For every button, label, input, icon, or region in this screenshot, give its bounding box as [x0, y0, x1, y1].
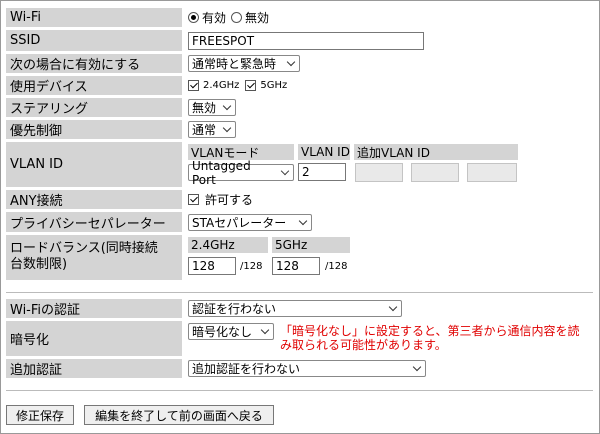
devices-label: 使用デバイス	[6, 76, 182, 95]
auth-select[interactable]: 認証を行わない	[188, 300, 402, 317]
any-allow-text: 許可する	[205, 193, 254, 207]
chevron-down-icon	[286, 57, 296, 67]
vlan-additional-header: 追加VLAN ID	[354, 144, 518, 160]
enable-when-label: 次の場合に有効にする	[6, 54, 182, 73]
loadbalance-24ghz-input[interactable]: 128	[188, 257, 236, 275]
loadbalance-label-line2: 台数制限)	[10, 257, 68, 272]
row-loadbalance: ロードバランス(同時接続 台数制限) 2.4GHz 5GHz 128 /128 …	[6, 235, 593, 280]
wifi-label: Wi-Fi	[6, 8, 182, 27]
row-priority: 優先制御 通常	[6, 120, 593, 139]
wifi-on-radio[interactable]	[188, 12, 199, 23]
chevron-down-icon	[222, 101, 232, 111]
row-enable-when: 次の場合に有効にする 通常時と緊急時	[6, 54, 593, 73]
any-allow-checkbox[interactable]	[188, 194, 199, 205]
vlan-additional-input-1[interactable]	[355, 163, 403, 182]
encryption-warning: 「暗号化なし」に設定すると、第三者から通信内容を読み取られる可能性があります。	[280, 324, 580, 352]
wifi-on-text: 有効	[202, 11, 227, 25]
any-label: ANY接続	[6, 190, 182, 209]
loadbalance-24ghz-max: /128	[240, 261, 263, 272]
privacy-value: STAセパレーター	[192, 215, 287, 230]
encryption-label: 暗号化	[6, 321, 182, 356]
loadbalance-5ghz-header: 5GHz	[272, 237, 350, 253]
row-steering: ステアリング 無効	[6, 98, 593, 117]
privacy-label: プライバシーセパレーター	[6, 212, 182, 232]
auth-label: Wi-Fiの認証	[6, 299, 182, 318]
device-5ghz-text: 5GHz	[260, 80, 288, 91]
row-encryption: 暗号化 暗号化なし 「暗号化なし」に設定すると、第三者から通信内容を読み取られる…	[6, 321, 593, 356]
back-button[interactable]: 編集を終了して前の画面へ戻る	[84, 405, 274, 425]
row-vlan: VLAN ID VLANモード VLAN ID 追加VLAN ID Untagg…	[6, 142, 593, 187]
loadbalance-label: ロードバランス(同時接続 台数制限)	[6, 235, 182, 280]
privacy-select[interactable]: STAセパレーター	[188, 213, 312, 231]
row-auth: Wi-Fiの認証 認証を行わない	[6, 299, 593, 318]
chevron-down-icon	[280, 166, 290, 176]
extra-auth-value: 追加認証を行わない	[192, 362, 301, 376]
ssid-label: SSID	[6, 30, 182, 51]
chevron-down-icon	[298, 216, 308, 225]
row-ssid: SSID FREESPOT	[6, 30, 593, 51]
priority-value: 通常	[192, 123, 217, 137]
vlan-id-header: VLAN ID	[298, 144, 350, 160]
wifi-off-radio[interactable]	[231, 12, 243, 23]
row-wifi: Wi-Fi 有効 無効	[6, 8, 593, 27]
steering-label: ステアリング	[6, 98, 182, 117]
section-divider	[6, 292, 593, 293]
loadbalance-label-line1: ロードバランス(同時接続	[10, 241, 158, 256]
device-24ghz-checkbox[interactable]	[188, 80, 199, 91]
extra-auth-select[interactable]: 追加認証を行わない	[188, 360, 426, 377]
loadbalance-5ghz-input[interactable]: 128	[272, 257, 320, 275]
vlan-mode-select[interactable]: Untagged Port	[188, 159, 294, 187]
wifi-off-text: 無効	[245, 11, 270, 25]
vlan-additional-input-2[interactable]	[411, 163, 459, 182]
vlan-mode-value: Untagged Port	[192, 158, 251, 187]
extra-auth-label: 追加認証	[6, 359, 182, 378]
enable-when-select[interactable]: 通常時と緊急時	[188, 55, 300, 72]
encryption-select[interactable]: 暗号化なし	[188, 323, 274, 340]
footer-divider	[6, 390, 593, 391]
vlan-additional-input-3[interactable]	[467, 163, 517, 182]
row-any: ANY接続 許可する	[6, 190, 593, 209]
steering-value: 無効	[192, 101, 217, 115]
loadbalance-24ghz-header: 2.4GHz	[188, 237, 268, 253]
vlan-id-input[interactable]: 2	[298, 163, 346, 181]
loadbalance-5ghz-max: /128	[325, 261, 348, 272]
priority-select[interactable]: 通常	[188, 121, 236, 138]
row-devices: 使用デバイス 2.4GHz 5GHz	[6, 76, 593, 95]
chevron-down-icon	[412, 362, 422, 372]
steering-select[interactable]: 無効	[188, 99, 236, 116]
encryption-value: 暗号化なし	[192, 325, 253, 339]
chevron-down-icon	[260, 325, 270, 335]
row-extra-auth: 追加認証 追加認証を行わない	[6, 359, 593, 378]
vlan-label: VLAN ID	[6, 142, 182, 187]
device-24ghz-text: 2.4GHz	[203, 80, 240, 91]
row-privacy: プライバシーセパレーター STAセパレーター	[6, 212, 593, 232]
chevron-down-icon	[388, 302, 398, 312]
ssid-input[interactable]: FREESPOT	[188, 31, 424, 50]
auth-value: 認証を行わない	[192, 302, 277, 316]
enable-when-value: 通常時と緊急時	[192, 57, 277, 71]
chevron-down-icon	[222, 123, 232, 133]
device-5ghz-checkbox[interactable]	[245, 80, 257, 91]
save-button[interactable]: 修正保存	[6, 405, 74, 425]
priority-label: 優先制御	[6, 120, 182, 139]
